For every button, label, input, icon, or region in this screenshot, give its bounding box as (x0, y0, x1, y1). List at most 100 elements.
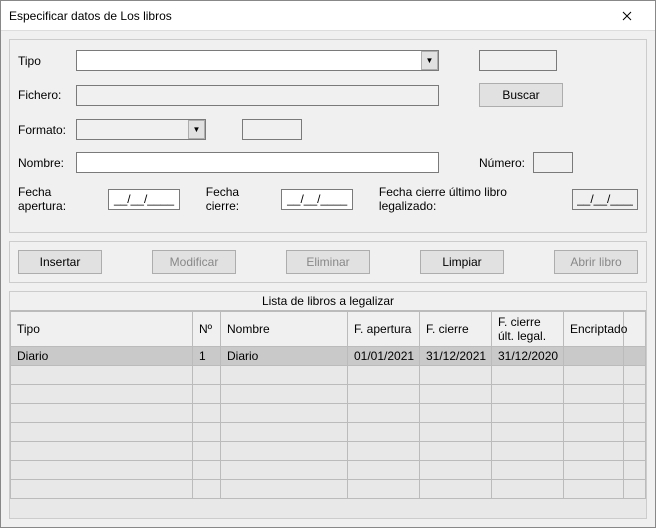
limpiar-button[interactable]: Limpiar (420, 250, 504, 274)
cell-n (193, 442, 221, 461)
fecha-cierre-field[interactable] (281, 189, 353, 210)
table-row[interactable] (11, 461, 646, 480)
cell-fci (420, 480, 492, 499)
window-title: Especificar datos de Los libros (9, 9, 172, 23)
table-row[interactable] (11, 366, 646, 385)
cell-fcu (492, 385, 564, 404)
cell-nombre (221, 480, 348, 499)
formato-label: Formato: (18, 123, 76, 137)
client-area: Tipo ▼ Fichero: Buscar Formato: ▼ (1, 31, 655, 527)
close-icon[interactable] (607, 2, 647, 30)
cell-n (193, 461, 221, 480)
cell-pad (624, 423, 646, 442)
cell-fci (420, 385, 492, 404)
chevron-down-icon[interactable]: ▼ (188, 120, 205, 139)
numero-field (533, 152, 573, 173)
cell-fci: 31/12/2021 (420, 347, 492, 366)
chevron-down-icon[interactable]: ▼ (421, 51, 438, 70)
cell-enc (564, 442, 624, 461)
cell-enc (564, 366, 624, 385)
cell-fap: 01/01/2021 (348, 347, 420, 366)
fichero-label: Fichero: (18, 88, 76, 102)
formato-combo[interactable] (76, 119, 206, 140)
cell-n (193, 366, 221, 385)
cell-fci (420, 423, 492, 442)
cell-tipo: Diario (11, 347, 193, 366)
button-bar: Insertar Modificar Eliminar Limpiar Abri… (9, 241, 647, 283)
list-title: Lista de libros a legalizar (10, 292, 646, 310)
cell-n (193, 423, 221, 442)
table-row[interactable] (11, 480, 646, 499)
col-fap-header[interactable]: F. apertura (348, 312, 420, 347)
cell-nombre (221, 404, 348, 423)
cell-nombre (221, 461, 348, 480)
cell-nombre (221, 385, 348, 404)
cell-pad (624, 366, 646, 385)
numero-label: Número: (479, 156, 525, 170)
fecha-cierre-label: Fecha cierre: (206, 185, 275, 213)
cell-pad (624, 347, 646, 366)
cell-fcu: 31/12/2020 (492, 347, 564, 366)
cell-fap (348, 423, 420, 442)
nombre-label: Nombre: (18, 156, 76, 170)
cell-n: 1 (193, 347, 221, 366)
cell-enc (564, 461, 624, 480)
formato-aux-box (242, 119, 302, 140)
cell-nombre (221, 423, 348, 442)
col-fcu-header[interactable]: F. cierre últ. legal. (492, 312, 564, 347)
cell-n (193, 480, 221, 499)
col-nombre-header[interactable]: Nombre (221, 312, 348, 347)
table-row[interactable] (11, 385, 646, 404)
tipo-aux-box (479, 50, 557, 71)
cell-fap (348, 461, 420, 480)
cell-enc (564, 385, 624, 404)
cell-fap (348, 385, 420, 404)
cell-pad (624, 442, 646, 461)
cell-pad (624, 385, 646, 404)
fecha-cierre-ult-label: Fecha cierre último libro legalizado: (379, 185, 566, 213)
fichero-field (76, 85, 439, 106)
cell-fci (420, 366, 492, 385)
col-tipo-header[interactable]: Tipo (11, 312, 193, 347)
form-panel: Tipo ▼ Fichero: Buscar Formato: ▼ (9, 39, 647, 233)
cell-tipo (11, 385, 193, 404)
buscar-button[interactable]: Buscar (479, 83, 563, 107)
cell-fcu (492, 404, 564, 423)
cell-fcu (492, 442, 564, 461)
cell-fcu (492, 480, 564, 499)
nombre-field[interactable] (76, 152, 439, 173)
cell-tipo (11, 404, 193, 423)
cell-nombre: Diario (221, 347, 348, 366)
col-n-header[interactable]: Nº (193, 312, 221, 347)
cell-tipo (11, 423, 193, 442)
abrir-libro-button: Abrir libro (554, 250, 638, 274)
cell-fci (420, 461, 492, 480)
cell-enc (564, 347, 624, 366)
cell-tipo (11, 442, 193, 461)
table-row[interactable] (11, 423, 646, 442)
col-fci-header[interactable]: F. cierre (420, 312, 492, 347)
titlebar: Especificar datos de Los libros (1, 1, 655, 31)
cell-fcu (492, 366, 564, 385)
tipo-combo[interactable] (76, 50, 439, 71)
col-enc-header[interactable]: Encriptado (564, 312, 624, 347)
table-row[interactable] (11, 404, 646, 423)
cell-enc (564, 404, 624, 423)
fecha-apertura-field[interactable] (108, 189, 180, 210)
cell-pad (624, 461, 646, 480)
dialog-window: Especificar datos de Los libros Tipo ▼ F… (0, 0, 656, 528)
grid[interactable]: Tipo Nº Nombre F. apertura F. cierre F. … (10, 310, 646, 518)
cell-nombre (221, 366, 348, 385)
cell-enc (564, 423, 624, 442)
cell-tipo (11, 366, 193, 385)
insertar-button[interactable]: Insertar (18, 250, 102, 274)
cell-pad (624, 480, 646, 499)
cell-nombre (221, 442, 348, 461)
cell-tipo (11, 461, 193, 480)
table-row[interactable] (11, 442, 646, 461)
tipo-label: Tipo (18, 54, 76, 68)
cell-pad (624, 404, 646, 423)
cell-fap (348, 442, 420, 461)
cell-fcu (492, 461, 564, 480)
table-row[interactable]: Diario1Diario01/01/202131/12/202131/12/2… (11, 347, 646, 366)
